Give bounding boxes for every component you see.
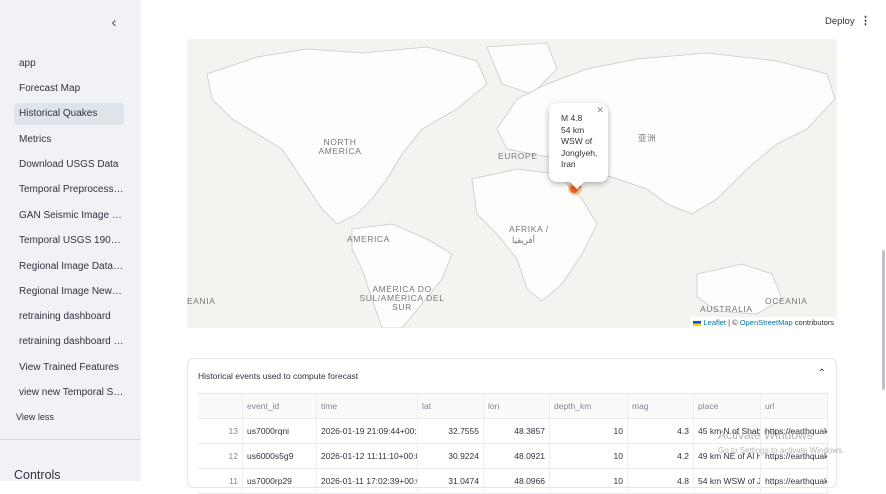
- activate-windows-watermark: Activate Windows: [718, 428, 813, 442]
- table-cell-mag: 4.3: [628, 419, 694, 444]
- sidebar-item[interactable]: View Trained Features: [14, 357, 124, 379]
- column-header[interactable]: lat: [418, 394, 484, 419]
- table-cell-lon: 48.0966: [484, 469, 550, 494]
- map-label-australia: AUSTRALIA: [700, 304, 753, 314]
- sidebar-item[interactable]: view new Temporal Spa…: [14, 382, 124, 404]
- historical-events-expander: Historical events used to compute foreca…: [187, 358, 837, 494]
- sidebar-item[interactable]: Temporal Preprocess a…: [14, 179, 124, 201]
- table-cell-lon: 48.0921: [484, 444, 550, 469]
- osm-link[interactable]: OpenStreetMap: [740, 318, 793, 327]
- ukraine-flag-icon: [693, 320, 702, 326]
- column-header[interactable]: place: [694, 394, 761, 419]
- sidebar-item[interactable]: app: [14, 53, 124, 75]
- table-cell-url: https://earthquake: [761, 469, 828, 494]
- table-cell-depth-km: 10: [550, 444, 628, 469]
- table-cell-event-id: us6000s5g9: [243, 444, 317, 469]
- attribution-suffix: contributors: [792, 318, 834, 327]
- sidebar: ‹ app Forecast Map Historical Quakes Metric…: [0, 0, 141, 481]
- attribution-separator: | ©: [726, 318, 740, 327]
- page-scrollbar[interactable]: [882, 250, 885, 390]
- table-cell-lat: 30.9224: [418, 444, 484, 469]
- sidebar-divider: [0, 439, 141, 440]
- sidebar-item[interactable]: Metrics: [14, 129, 124, 151]
- table-cell-mag: 4.2: [628, 444, 694, 469]
- map-label-afrika: AFRIKA /: [509, 224, 549, 234]
- table-cell-place: 54 km WSW of Jon: [694, 469, 761, 494]
- column-header[interactable]: time: [317, 394, 418, 419]
- map-label-america: AMERICA: [347, 234, 390, 244]
- sidebar-item[interactable]: retraining dashboard - …: [14, 331, 124, 353]
- map-label-america-sur: AMÉRICA DO SUL/AMÉRICA DEL SUR: [359, 284, 445, 312]
- table-cell-index: 13: [198, 419, 243, 444]
- popup-place: 54 km WSW of Jonglyeh, Iran: [561, 124, 598, 170]
- table-row[interactable]: 11 us7000rp29 2026-01-11 17:02:39+00:00 31.…: [198, 469, 828, 494]
- leaflet-link[interactable]: Leaflet: [704, 318, 727, 327]
- table-cell-time: 2026-01-11 17:02:39+00:00: [317, 469, 418, 494]
- column-header[interactable]: [198, 394, 243, 419]
- column-header[interactable]: url: [761, 394, 828, 419]
- sidebar-item[interactable]: Regional Image New Co…: [14, 281, 124, 303]
- table-cell-time: 2026-01-19 21:09:44+00:00: [317, 419, 418, 444]
- close-icon[interactable]: ✕: [596, 105, 604, 117]
- sidebar-item[interactable]: Regional Image Dataset…: [14, 256, 124, 278]
- quake-popup: ✕ M 4.8 54 km WSW of Jonglyeh, Iran: [549, 103, 608, 190]
- table-cell-index: 12: [198, 444, 243, 469]
- earthquake-map[interactable]: NORTH AMERICA EUROPE AMERICA AFRIKA / أف…: [187, 39, 837, 328]
- events-table[interactable]: event_id time lat lon depth_km mag place url 13 u…: [198, 393, 828, 494]
- activate-windows-subtitle: Go to Settings to activate Windows.: [718, 446, 845, 455]
- table-cell-lon: 48.3857: [484, 419, 550, 444]
- view-less-link[interactable]: View less: [16, 412, 54, 422]
- sidebar-item[interactable]: Temporal USGS 1900 2025: [14, 230, 124, 252]
- sidebar-item[interactable]: retraining dashboard: [14, 306, 124, 328]
- column-header[interactable]: event_id: [243, 394, 317, 419]
- table-cell-event-id: us7000rqni: [243, 419, 317, 444]
- table-cell-depth-km: 10: [550, 469, 628, 494]
- table-cell-mag: 4.8: [628, 469, 694, 494]
- controls-heading: Controls: [14, 468, 61, 481]
- world-basemap: [187, 39, 837, 328]
- deploy-button[interactable]: Deploy: [825, 16, 855, 27]
- sidebar-item[interactable]: Forecast Map: [14, 78, 124, 100]
- table-cell-time: 2026-01-12 11:11:10+00:00: [317, 444, 418, 469]
- map-label-oceania-right: OCEANIA: [765, 296, 808, 306]
- table-cell-index: 11: [198, 469, 243, 494]
- kebab-menu-icon[interactable]: ⋮: [860, 14, 871, 28]
- map-label-oceania-left: EANIA: [187, 296, 216, 306]
- table-cell-depth-km: 10: [550, 419, 628, 444]
- table-cell-event-id: us7000rp29: [243, 469, 317, 494]
- column-header[interactable]: depth_km: [550, 394, 628, 419]
- map-label-europe: EUROPE: [498, 151, 538, 161]
- column-header[interactable]: lon: [484, 394, 550, 419]
- chevron-left-icon[interactable]: ‹: [106, 14, 122, 32]
- column-header[interactable]: mag: [628, 394, 694, 419]
- sidebar-item[interactable]: Download USGS Data: [14, 154, 124, 176]
- table-header-row: event_id time lat lon depth_km mag place url: [198, 394, 828, 419]
- map-attribution: Leaflet | © OpenStreetMap contributors: [690, 317, 837, 328]
- map-label-north-america: NORTH AMERICA: [318, 137, 362, 156]
- map-label-afrika-arabic: أفريقيا: [512, 235, 535, 245]
- table-cell-lat: 32.7555: [418, 419, 484, 444]
- sidebar-item[interactable]: GAN Seismic Image Gen…: [14, 205, 124, 227]
- table-cell-lat: 31.0474: [418, 469, 484, 494]
- sidebar-item[interactable]: Historical Quakes: [14, 103, 124, 125]
- map-label-asia: 亚洲: [638, 133, 657, 143]
- expander-title[interactable]: Historical events used to compute foreca…: [198, 371, 358, 381]
- chevron-up-icon[interactable]: ⌃: [818, 368, 826, 379]
